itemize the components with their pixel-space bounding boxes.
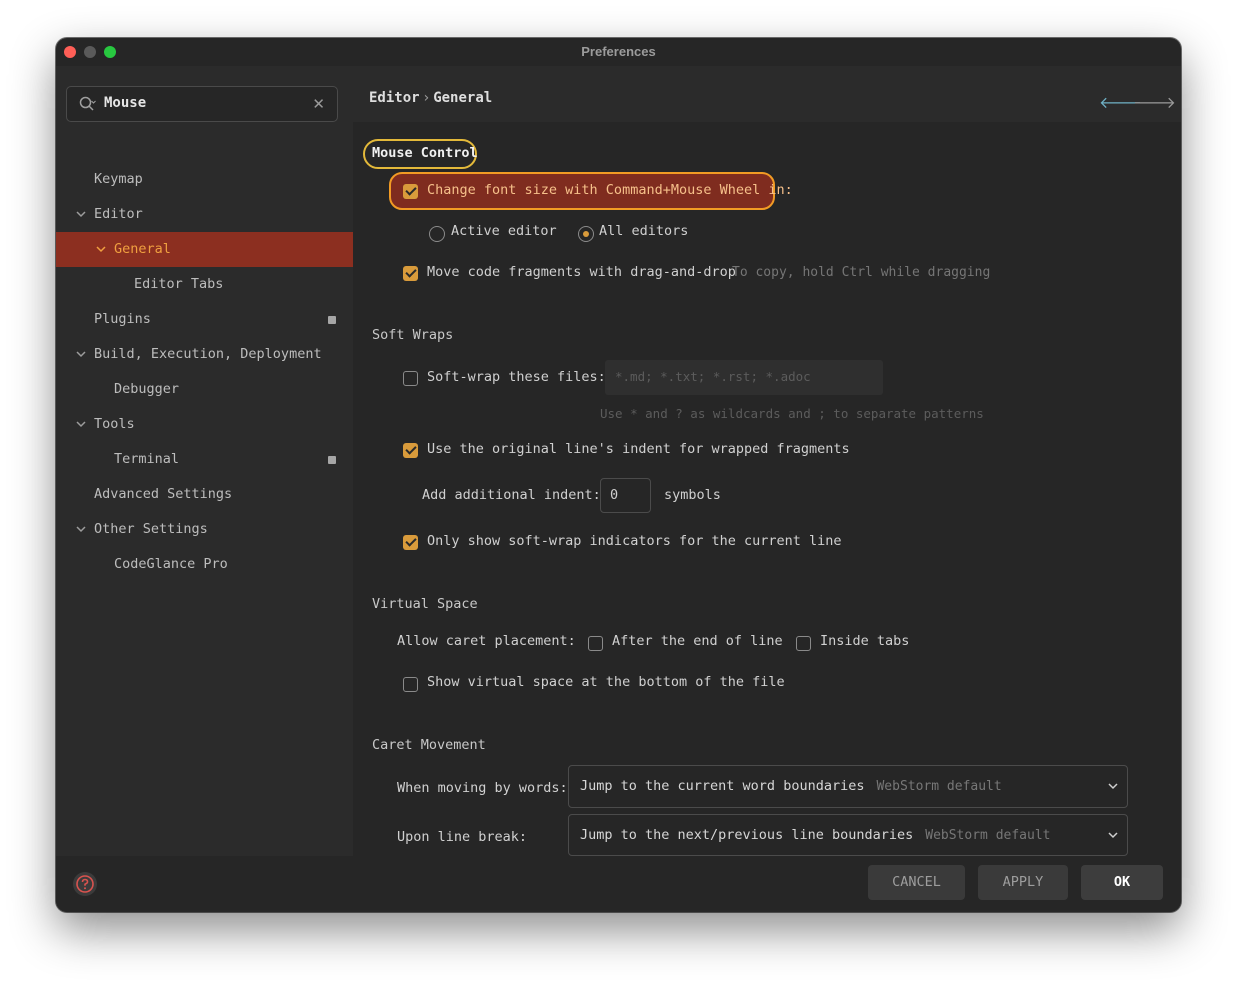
original-indent-checkbox[interactable] — [403, 443, 418, 458]
sidebar-item-codeglance-pro[interactable]: CodeGlance Pro — [56, 547, 353, 582]
sidebar-item-advanced-settings[interactable]: Advanced Settings — [56, 477, 353, 512]
sidebar-item-debugger[interactable]: Debugger — [56, 372, 353, 407]
soft-wrap-files-input[interactable]: *.md; *.txt; *.rst; *.adoc — [605, 360, 883, 395]
show-virtual-space-checkbox[interactable] — [403, 677, 418, 692]
breadcrumb-bar: Editor › General 🡐 🡒 — [353, 66, 1181, 122]
sidebar-item-label: Editor Tabs — [134, 276, 224, 292]
settings-sidebar: Mouse ✕ Keymap Editor General Editor Tab… — [56, 66, 353, 856]
sidebar-item-label: Other Settings — [94, 521, 208, 537]
sidebar-item-label: Terminal — [114, 451, 180, 467]
sidebar-item-label: Editor — [94, 206, 143, 222]
chevron-down-icon — [1107, 776, 1119, 799]
sidebar-item-terminal[interactable]: Terminal — [56, 442, 353, 477]
sidebar-item-plugins[interactable]: Plugins — [56, 302, 353, 337]
forward-arrow-icon[interactable]: 🡒 — [1133, 92, 1176, 112]
soft-wrap-files-placeholder: *.md; *.txt; *.rst; *.adoc — [615, 369, 811, 384]
settings-content: Editor › General 🡐 🡒 Mouse Control Change … — [353, 66, 1181, 856]
window-title: Preferences — [581, 44, 656, 59]
drag-drop-hint: To copy, hold Ctrl while dragging — [732, 265, 991, 280]
project-level-icon — [328, 316, 336, 324]
sidebar-item-editor[interactable]: Editor — [56, 197, 353, 232]
active-editor-label: Active editor — [451, 223, 557, 239]
all-editors-label: All editors — [599, 223, 689, 239]
inside-tabs-checkbox[interactable] — [796, 636, 811, 651]
search-icon — [79, 96, 96, 116]
search-input[interactable]: Mouse — [104, 95, 146, 111]
breadcrumb-current: General — [433, 90, 493, 106]
all-editors-radio[interactable] — [578, 226, 594, 242]
section-title-soft-wraps: Soft Wraps — [372, 327, 454, 343]
cancel-button[interactable]: CANCEL — [868, 865, 965, 900]
moving-by-words-value: Jump to the current word boundaries — [580, 778, 865, 794]
sidebar-item-other-settings[interactable]: Other Settings — [56, 512, 353, 547]
line-break-label: Upon line break: — [397, 829, 528, 845]
close-window-button[interactable] — [64, 46, 76, 58]
sidebar-item-label: General — [114, 241, 171, 257]
breadcrumb-separator: › — [423, 90, 430, 106]
sidebar-item-label: Debugger — [114, 381, 180, 397]
sidebar-item-editor-tabs[interactable]: Editor Tabs — [56, 267, 353, 302]
additional-indent-value: 0 — [610, 487, 619, 503]
change-font-label: Change font size with Command+Mouse Whee… — [427, 182, 793, 198]
help-icon[interactable] — [73, 872, 97, 896]
search-field[interactable]: Mouse ✕ — [66, 86, 338, 122]
additional-indent-label: Add additional indent: — [422, 487, 601, 503]
sidebar-item-label: CodeGlance Pro — [114, 556, 228, 572]
soft-wrap-indicators-checkbox[interactable] — [403, 535, 418, 550]
sidebar-item-build[interactable]: Build, Execution, Deployment — [56, 337, 353, 372]
original-indent-label: Use the original line's indent for wrapp… — [427, 441, 850, 457]
breadcrumb: Editor › General — [369, 90, 492, 106]
ok-button[interactable]: OK — [1081, 865, 1163, 900]
dialog-footer: CANCEL APPLY OK — [56, 856, 1181, 912]
drag-drop-label: Move code fragments with drag-and-drop — [427, 264, 736, 280]
caret-placement-label: Allow caret placement: — [397, 633, 576, 649]
moving-by-words-select[interactable]: Jump to the current word boundaries WebSt… — [568, 765, 1128, 808]
sidebar-item-label: Build, Execution, Deployment — [94, 346, 322, 362]
show-virtual-space-label: Show virtual space at the bottom of the … — [427, 674, 785, 690]
zoom-window-button[interactable] — [104, 46, 116, 58]
soft-wrap-files-checkbox[interactable] — [403, 371, 418, 386]
sidebar-item-label: Keymap — [94, 171, 143, 187]
after-end-of-line-checkbox[interactable] — [588, 636, 603, 651]
moving-by-words-hint: WebStorm default — [876, 779, 1002, 794]
line-break-hint: WebStorm default — [925, 828, 1051, 843]
soft-wrap-indicators-label: Only show soft-wrap indicators for the c… — [427, 533, 842, 549]
sidebar-item-keymap[interactable]: Keymap — [56, 162, 353, 197]
line-break-value: Jump to the next/previous line boundarie… — [580, 827, 914, 843]
section-title-virtual-space: Virtual Space — [372, 596, 478, 612]
sidebar-item-label: Tools — [94, 416, 135, 432]
active-editor-radio[interactable] — [429, 226, 445, 242]
line-break-select[interactable]: Jump to the next/previous line boundarie… — [568, 814, 1128, 856]
sidebar-item-tools[interactable]: Tools — [56, 407, 353, 442]
sidebar-item-label: Plugins — [94, 311, 151, 327]
minimize-window-button[interactable] — [84, 46, 96, 58]
project-level-icon — [328, 456, 336, 464]
soft-wrap-files-hint: Use * and ? as wildcards and ; to separa… — [600, 406, 984, 421]
additional-indent-input[interactable]: 0 — [600, 478, 651, 513]
additional-indent-unit: symbols — [664, 487, 721, 503]
sidebar-item-general[interactable]: General — [56, 232, 353, 267]
drag-drop-checkbox[interactable] — [403, 266, 418, 281]
breadcrumb-parent[interactable]: Editor — [369, 90, 420, 106]
section-title-mouse-control: Mouse Control — [372, 145, 478, 161]
apply-button[interactable]: APPLY — [978, 865, 1068, 900]
sidebar-item-label: Advanced Settings — [94, 486, 233, 502]
soft-wrap-files-label: Soft-wrap these files: — [427, 369, 606, 385]
moving-by-words-label: When moving by words: — [397, 780, 568, 796]
change-font-checkbox[interactable] — [403, 184, 418, 199]
close-icon[interactable]: ✕ — [312, 95, 325, 113]
preferences-window: Preferences Mouse ✕ Keymap Editor Genera… — [56, 38, 1181, 912]
inside-tabs-label: Inside tabs — [820, 633, 910, 649]
after-end-of-line-label: After the end of line — [612, 633, 783, 649]
section-title-caret-movement: Caret Movement — [372, 737, 486, 753]
chevron-down-icon — [1107, 825, 1119, 848]
